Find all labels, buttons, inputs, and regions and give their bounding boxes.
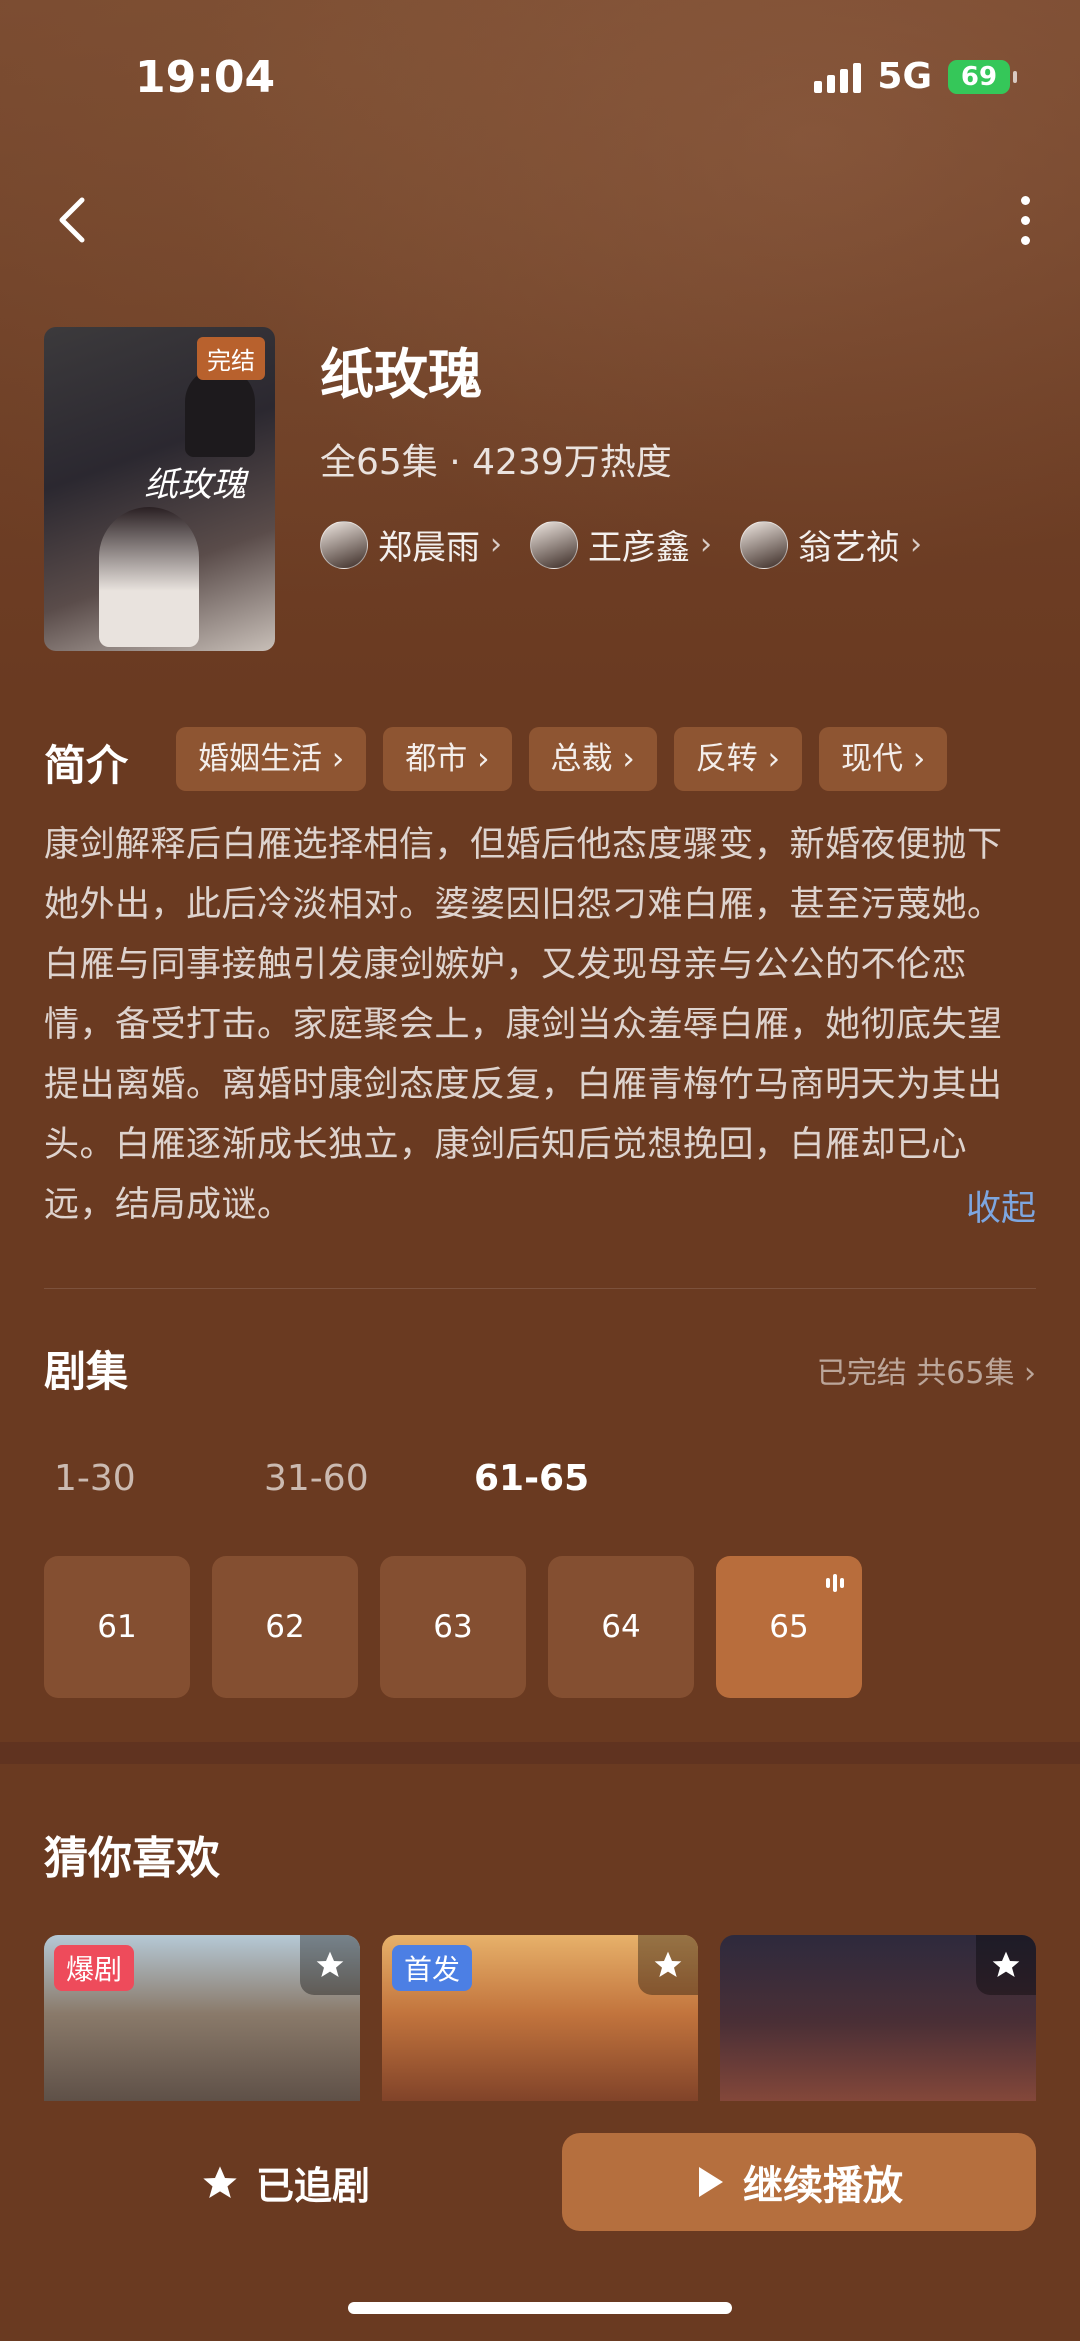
recommend-title: 猜你喜欢	[44, 1833, 220, 1884]
section-separator	[0, 1742, 1080, 1764]
episode-range-tab[interactable]: 31-60	[264, 1458, 474, 1499]
completed-badge: 完结	[197, 337, 265, 380]
genre-tag[interactable]: 都市 ›	[383, 727, 512, 791]
genre-tag[interactable]: 现代 ›	[819, 727, 948, 791]
poster-title: 纸玫瑰	[144, 465, 246, 505]
network-type: 5G	[877, 56, 932, 97]
recommend-list: 爆剧 首发	[44, 1935, 1036, 2110]
drama-detail-page: 19:04 5G 69 纸玫瑰 完结 纸玫瑰 全65集 · 4239万热度 郑晨…	[0, 0, 1080, 2341]
chevron-right-icon: ›	[910, 527, 922, 562]
follow-label: 已追剧	[256, 2164, 371, 2208]
episode-range-tabs: 1-30 31-60 61-65	[54, 1458, 684, 1499]
episode-button[interactable]: 64	[548, 1556, 694, 1698]
now-playing-icon	[826, 1574, 844, 1592]
cast-name: 郑晨雨	[378, 528, 480, 568]
genre-tag[interactable]: 反转 ›	[673, 727, 803, 791]
intro-label: 简介	[44, 741, 129, 790]
drama-title: 纸玫瑰	[320, 343, 482, 406]
drama-meta: 全65集 · 4239万热度	[320, 442, 672, 483]
cast-item[interactable]: 郑晨雨 ›	[320, 520, 502, 569]
hot-badge: 爆剧	[54, 1945, 135, 1991]
chevron-right-icon: ›	[700, 527, 712, 562]
star-icon[interactable]	[300, 1935, 360, 1995]
episode-number: 65	[769, 1609, 809, 1645]
premiere-badge: 首发	[392, 1945, 473, 1991]
episode-button[interactable]: 61	[44, 1556, 190, 1698]
battery-icon: 69	[948, 59, 1017, 94]
star-icon[interactable]	[976, 1935, 1036, 1995]
episode-range-tab[interactable]: 1-30	[54, 1458, 264, 1499]
drama-poster[interactable]: 纸玫瑰 完结	[44, 327, 275, 651]
star-icon[interactable]	[638, 1935, 698, 1995]
avatar	[740, 520, 788, 569]
battery-level: 69	[960, 61, 998, 92]
status-indicators: 5G 69	[814, 56, 1017, 97]
cast-name: 翁艺祯	[798, 528, 900, 568]
episode-button-playing[interactable]: 65	[716, 1556, 862, 1698]
episodes-status[interactable]: 已完结 共65集 ›	[817, 1348, 1036, 1392]
episodes-title: 剧集	[44, 1347, 129, 1396]
back-button[interactable]	[50, 190, 94, 250]
cast-item[interactable]: 翁艺祯 ›	[740, 520, 922, 569]
signal-icon	[814, 61, 862, 93]
episode-button[interactable]: 62	[212, 1556, 358, 1698]
continue-play-button[interactable]: 继续播放	[562, 2133, 1036, 2231]
genre-tags: 婚姻生活 › 都市 › 总裁 › 反转 › 现代 ›	[176, 727, 948, 791]
star-icon	[203, 2165, 237, 2198]
home-indicator[interactable]	[348, 2302, 732, 2314]
genre-tag[interactable]: 婚姻生活 ›	[176, 727, 367, 791]
episode-grid: 61 62 63 64 65	[44, 1556, 862, 1698]
recommend-card[interactable]	[720, 1935, 1036, 2110]
play-icon	[699, 2167, 723, 2197]
chevron-left-icon	[59, 197, 85, 243]
more-options-button[interactable]	[1010, 190, 1040, 250]
follow-button[interactable]: 已追剧	[200, 2155, 370, 2210]
cast-name: 王彦鑫	[588, 528, 690, 568]
cast-item[interactable]: 王彦鑫 ›	[530, 520, 712, 569]
divider	[44, 1288, 1036, 1289]
avatar	[320, 520, 368, 569]
episode-range-tab-active[interactable]: 61-65	[474, 1458, 684, 1499]
avatar	[530, 520, 578, 569]
synopsis-text: 康剑解释后白雁选择相信，但婚后他态度骤变，新婚夜便抛下她外出，此后冷淡相对。婆婆…	[44, 825, 1003, 1225]
genre-tag[interactable]: 总裁 ›	[528, 727, 657, 791]
chevron-right-icon: ›	[490, 527, 502, 562]
status-time: 19:04	[135, 52, 276, 103]
recommend-card[interactable]: 爆剧	[44, 1935, 360, 2110]
cast-list: 郑晨雨 › 王彦鑫 › 翁艺祯 ›	[320, 520, 922, 569]
episode-button[interactable]: 63	[380, 1556, 526, 1698]
collapse-button[interactable]: 收起	[966, 1180, 1036, 1231]
play-label: 继续播放	[743, 2163, 903, 2209]
recommend-card[interactable]: 首发	[382, 1935, 698, 2110]
